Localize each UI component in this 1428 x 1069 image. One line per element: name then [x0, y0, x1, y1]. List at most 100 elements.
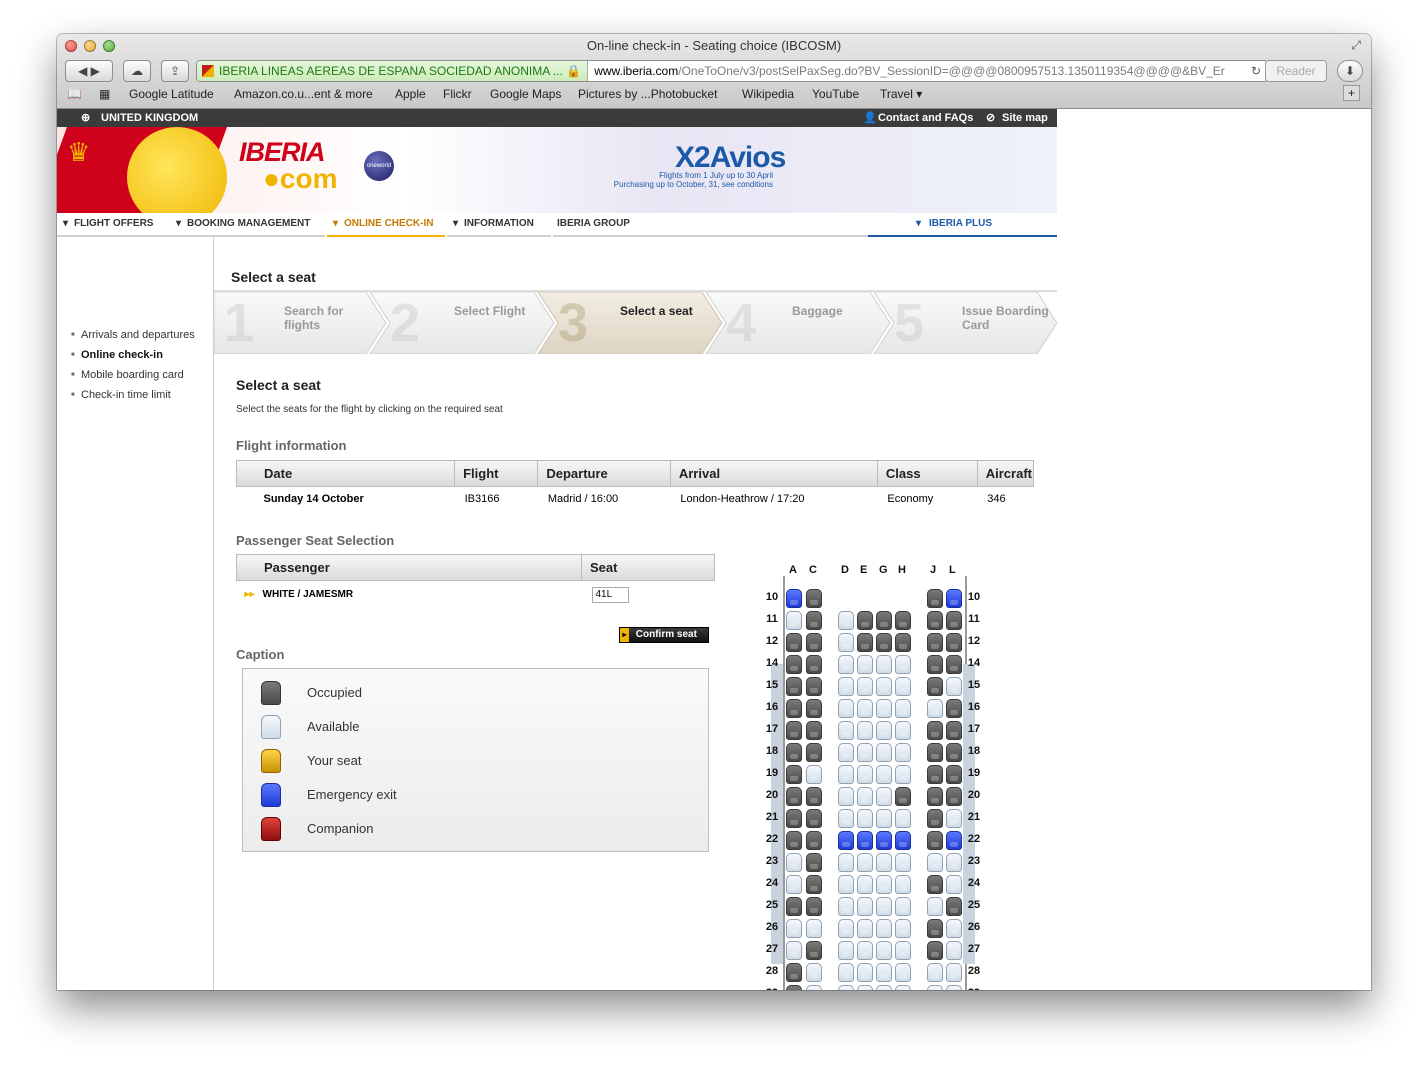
back-forward-buttons[interactable]: ◀ ▶ — [65, 60, 113, 82]
emergency-exit-seat[interactable] — [876, 831, 892, 850]
available-seat[interactable] — [786, 919, 802, 938]
available-seat[interactable] — [876, 787, 892, 806]
available-seat[interactable] — [857, 677, 873, 696]
available-seat[interactable] — [927, 853, 943, 872]
bookmark-item[interactable]: Google Latitude — [129, 87, 214, 101]
nav-information[interactable]: ▾ INFORMATION — [447, 213, 551, 237]
available-seat[interactable] — [806, 985, 822, 990]
available-seat[interactable] — [838, 787, 854, 806]
available-seat[interactable] — [946, 941, 962, 960]
available-seat[interactable] — [895, 677, 911, 696]
fullscreen-icon[interactable]: ⤢ — [1351, 38, 1361, 53]
available-seat[interactable] — [838, 699, 854, 718]
available-seat[interactable] — [946, 963, 962, 982]
bookmark-item[interactable]: Apple — [395, 87, 426, 101]
back-arrow-icon[interactable]: ◀ — [78, 64, 87, 78]
available-seat[interactable] — [838, 919, 854, 938]
available-seat[interactable] — [927, 963, 943, 982]
nav-online-check-in[interactable]: ▾ ONLINE CHECK-IN — [327, 213, 445, 237]
available-seat[interactable] — [786, 941, 802, 960]
available-seat[interactable] — [838, 743, 854, 762]
reload-icon[interactable]: ↻ — [1251, 61, 1261, 81]
available-seat[interactable] — [876, 655, 892, 674]
available-seat[interactable] — [806, 963, 822, 982]
available-seat[interactable] — [786, 611, 802, 630]
available-seat[interactable] — [876, 919, 892, 938]
available-seat[interactable] — [895, 721, 911, 740]
available-seat[interactable] — [857, 875, 873, 894]
available-seat[interactable] — [857, 985, 873, 990]
available-seat[interactable] — [857, 809, 873, 828]
available-seat[interactable] — [946, 985, 962, 990]
available-seat[interactable] — [806, 765, 822, 784]
available-seat[interactable] — [876, 985, 892, 990]
available-seat[interactable] — [876, 897, 892, 916]
available-seat[interactable] — [838, 765, 854, 784]
bookmark-item[interactable]: Flickr — [443, 87, 472, 101]
available-seat[interactable] — [895, 809, 911, 828]
available-seat[interactable] — [857, 655, 873, 674]
available-seat[interactable] — [876, 699, 892, 718]
available-seat[interactable] — [857, 787, 873, 806]
available-seat[interactable] — [838, 875, 854, 894]
emergency-exit-seat[interactable] — [857, 831, 873, 850]
available-seat[interactable] — [876, 743, 892, 762]
available-seat[interactable] — [946, 919, 962, 938]
available-seat[interactable] — [838, 809, 854, 828]
sitemap-link[interactable]: Site map — [1002, 112, 1048, 124]
nav-flight-offers[interactable]: ▾ FLIGHT OFFERS — [57, 213, 175, 237]
available-seat[interactable] — [838, 853, 854, 872]
available-seat[interactable] — [895, 941, 911, 960]
available-seat[interactable] — [895, 853, 911, 872]
available-seat[interactable] — [946, 853, 962, 872]
reading-list-icon[interactable]: 📖 — [67, 87, 82, 101]
bookmark-item[interactable]: Amazon.co.u...ent & more — [234, 87, 373, 101]
available-seat[interactable] — [895, 897, 911, 916]
available-seat[interactable] — [876, 941, 892, 960]
reader-button[interactable]: Reader — [1265, 60, 1327, 82]
available-seat[interactable] — [927, 985, 943, 990]
available-seat[interactable] — [876, 677, 892, 696]
address-bar[interactable]: IBERIA LINEAS AEREAS DE ESPANA SOCIEDAD … — [196, 60, 1268, 82]
available-seat[interactable] — [838, 985, 854, 990]
available-seat[interactable] — [857, 897, 873, 916]
available-seat[interactable] — [786, 875, 802, 894]
available-seat[interactable] — [838, 611, 854, 630]
available-seat[interactable] — [838, 677, 854, 696]
available-seat[interactable] — [876, 721, 892, 740]
available-seat[interactable] — [895, 743, 911, 762]
seat-input[interactable]: 41L — [591, 586, 629, 603]
available-seat[interactable] — [857, 743, 873, 762]
available-seat[interactable] — [927, 897, 943, 916]
available-seat[interactable] — [876, 809, 892, 828]
emergency-exit-seat[interactable] — [838, 831, 854, 850]
available-seat[interactable] — [895, 655, 911, 674]
emergency-exit-seat[interactable] — [786, 589, 802, 608]
available-seat[interactable] — [857, 963, 873, 982]
downloads-button[interactable]: ⬇ — [1337, 60, 1363, 82]
country-selector[interactable]: UNITED KINGDOM — [101, 112, 198, 124]
confirm-seat-button[interactable]: ▸ Confirm seat — [619, 627, 709, 643]
nav-iberia-group[interactable]: IBERIA GROUP — [553, 213, 869, 237]
new-tab-icon[interactable]: + — [1343, 85, 1361, 101]
available-seat[interactable] — [946, 677, 962, 696]
emergency-exit-seat[interactable] — [895, 831, 911, 850]
forward-arrow-icon[interactable]: ▶ — [91, 64, 100, 78]
emergency-exit-seat[interactable] — [946, 589, 962, 608]
available-seat[interactable] — [838, 897, 854, 916]
icloud-tabs-button[interactable]: ☁ — [123, 60, 151, 82]
available-seat[interactable] — [876, 875, 892, 894]
available-seat[interactable] — [857, 721, 873, 740]
available-seat[interactable] — [946, 875, 962, 894]
bookmark-item[interactable]: Pictures by ...Photobucket — [578, 87, 717, 101]
available-seat[interactable] — [927, 699, 943, 718]
iberia-logo-com[interactable]: ●com — [263, 163, 337, 195]
available-seat[interactable] — [838, 963, 854, 982]
available-seat[interactable] — [838, 655, 854, 674]
available-seat[interactable] — [857, 941, 873, 960]
available-seat[interactable] — [838, 941, 854, 960]
promo-title[interactable]: X2Avios — [675, 141, 786, 175]
emergency-exit-seat[interactable] — [946, 831, 962, 850]
share-button[interactable]: ⇪ — [161, 60, 189, 82]
bookmark-item[interactable]: YouTube — [812, 87, 859, 101]
